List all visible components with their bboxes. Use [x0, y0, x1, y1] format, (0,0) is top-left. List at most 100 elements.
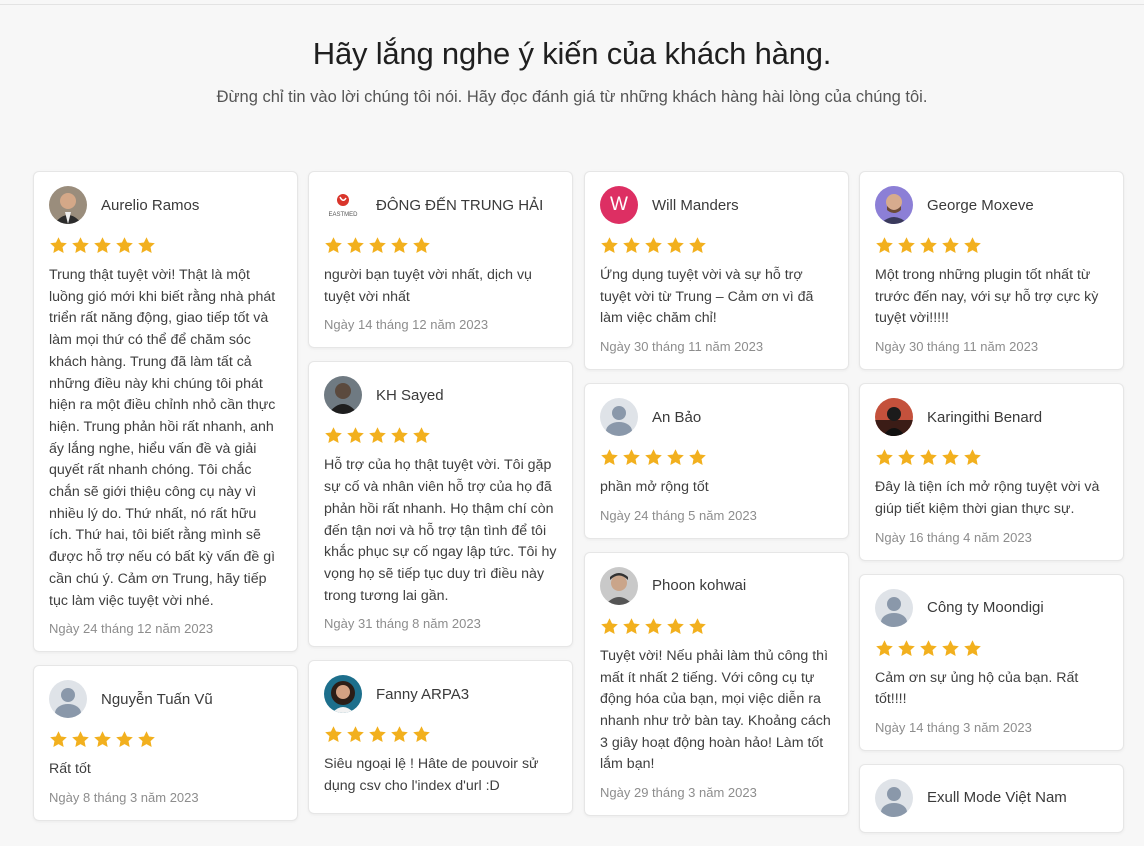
review-card: KH Sayed Hỗ trợ của họ thật tuyệt vời. T… [308, 361, 573, 648]
star-icon [94, 237, 111, 253]
star-rating [324, 426, 557, 448]
review-text: người bạn tuyệt vời nhất, dịch vụ tuyệt … [324, 267, 532, 305]
star-icon [623, 618, 640, 634]
reviewer-name: Aurelio Ramos [101, 196, 200, 214]
review-text: Trung thật tuyệt vời! Thật là một luồng … [49, 267, 276, 609]
reviewer-name: Karingithi Benard [927, 408, 1043, 426]
review-card: Karingithi Benard Đây là tiện ích mở rộn… [859, 383, 1124, 561]
review-date: Ngày 8 tháng 3 năm 2023 [49, 789, 199, 805]
star-icon [876, 449, 893, 466]
reviewer-name: Fanny ARPA3 [376, 685, 470, 703]
star-icon [138, 731, 155, 748]
star-icon [898, 449, 915, 466]
star-icon [325, 427, 342, 444]
star-rating [600, 617, 833, 639]
star-icon [876, 237, 893, 253]
review-date: Ngày 24 tháng 5 năm 2023 [600, 507, 757, 523]
review-card: Exull Mode Việt Nam [859, 763, 1124, 833]
reviewer-name: Phoon kohwai [652, 577, 747, 595]
star-icon [689, 449, 706, 466]
reviewer-name: Nguyễn Tuấn Vũ [101, 690, 213, 708]
avatar [324, 675, 362, 714]
star-icon [72, 731, 89, 748]
top-divider [0, 4, 1144, 5]
review-card: EASTMED ĐÔNG ĐẾN TRUNG HẢI người bạn tuy… [308, 171, 573, 349]
star-rating [875, 639, 1108, 661]
star-icon [623, 449, 640, 466]
review-date: Ngày 14 tháng 12 năm 2023 [324, 317, 489, 333]
star-icon [964, 639, 981, 656]
review-text: Một trong những plugin tốt nhất từ trước… [875, 267, 1099, 327]
star-icon [645, 449, 662, 466]
review-date: Ngày 30 tháng 11 năm 2023 [600, 339, 764, 355]
star-icon [964, 237, 981, 253]
avatar: W [600, 186, 638, 224]
star-icon [413, 726, 430, 743]
star-icon [645, 618, 662, 634]
review-date: Ngày 24 tháng 12 năm 2023 [49, 621, 214, 637]
star-icon [920, 449, 937, 466]
review-date: Ngày 14 tháng 3 năm 2023 [875, 719, 1032, 735]
review-card: An Bảo phần mở rộng tốt Ngày 24 tháng 5 … [584, 383, 849, 539]
avatar [324, 376, 362, 415]
star-icon [50, 237, 67, 253]
star-icon [601, 449, 618, 466]
star-icon [689, 618, 706, 634]
review-text: phần mở rộng tốt [600, 479, 709, 496]
star-icon [347, 427, 364, 444]
review-card: Công ty Moondigi Cảm ơn sự ủng hộ của bạ… [859, 573, 1124, 751]
star-icon [942, 639, 959, 656]
page-title: Hãy lắng nghe ý kiến của khách hàng. [312, 36, 832, 71]
star-icon [898, 237, 915, 253]
review-card: Nguyễn Tuấn Vũ Rất tốt Ngày 8 tháng 3 nă… [33, 665, 298, 821]
reviewer-name: Công ty Moondigi [927, 599, 1044, 617]
review-text: Rất tốt [49, 761, 91, 778]
star-icon [920, 639, 937, 656]
star-icon [347, 726, 364, 743]
review-text: Siêu ngoại lệ ! Hâte de pouvoir sử dụng … [324, 756, 539, 795]
star-rating [875, 448, 1108, 470]
page-subtitle: Đừng chỉ tin vào lời chúng tôi nói. Hãy … [216, 88, 928, 106]
star-icon [347, 237, 364, 253]
star-icon [369, 237, 386, 253]
star-icon [667, 237, 684, 253]
star-icon [942, 449, 959, 466]
avatar [600, 398, 638, 437]
star-icon [898, 639, 915, 656]
review-column-1: Aurelio Ramos Trung thật tuyệt vời! Thật… [33, 171, 298, 834]
star-icon [369, 427, 386, 444]
review-date: Ngày 31 tháng 8 năm 2023 [324, 616, 481, 632]
review-date: Ngày 30 tháng 11 năm 2023 [875, 339, 1039, 355]
star-rating [324, 725, 557, 747]
avatar [875, 186, 913, 224]
star-rating [875, 236, 1108, 258]
star-icon [667, 449, 684, 466]
review-date: Ngày 16 tháng 4 năm 2023 [875, 529, 1032, 545]
star-icon [876, 639, 893, 656]
star-icon [689, 237, 706, 253]
review-card: W Will Manders Ứng dụng tuyệt vời và sự … [584, 171, 849, 371]
review-column-2: EASTMED ĐÔNG ĐẾN TRUNG HẢI người bạn tuy… [308, 171, 573, 827]
star-icon [601, 618, 618, 634]
star-rating [600, 448, 833, 470]
review-card: George Moxeve Một trong những plugin tốt… [859, 171, 1124, 371]
star-rating [600, 236, 833, 258]
review-column-4: George Moxeve Một trong những plugin tốt… [859, 171, 1124, 846]
star-icon [413, 237, 430, 253]
star-icon [50, 731, 67, 748]
review-text: Cảm ơn sự ủng hộ của bạn. Rất tốt!!!! [875, 669, 1079, 708]
star-rating [324, 236, 557, 258]
star-icon [116, 731, 133, 748]
star-rating [49, 236, 282, 258]
star-icon [138, 237, 155, 253]
star-icon [94, 731, 111, 748]
avatar [875, 398, 913, 437]
review-card: Aurelio Ramos Trung thật tuyệt vời! Thật… [33, 171, 298, 653]
review-card: Phoon kohwai Tuyệt vời! Nếu phải làm thủ… [584, 551, 849, 817]
avatar [49, 680, 87, 719]
reviewer-name: An Bảo [652, 408, 702, 426]
review-card: Fanny ARPA3 Siêu ngoại lệ ! Hâte de pouv… [308, 660, 573, 814]
review-text: Tuyệt vời! Nếu phải làm thủ công thì mất… [600, 647, 831, 773]
reviewer-name: Exull Mode Việt Nam [927, 789, 1067, 807]
star-icon [623, 237, 640, 253]
